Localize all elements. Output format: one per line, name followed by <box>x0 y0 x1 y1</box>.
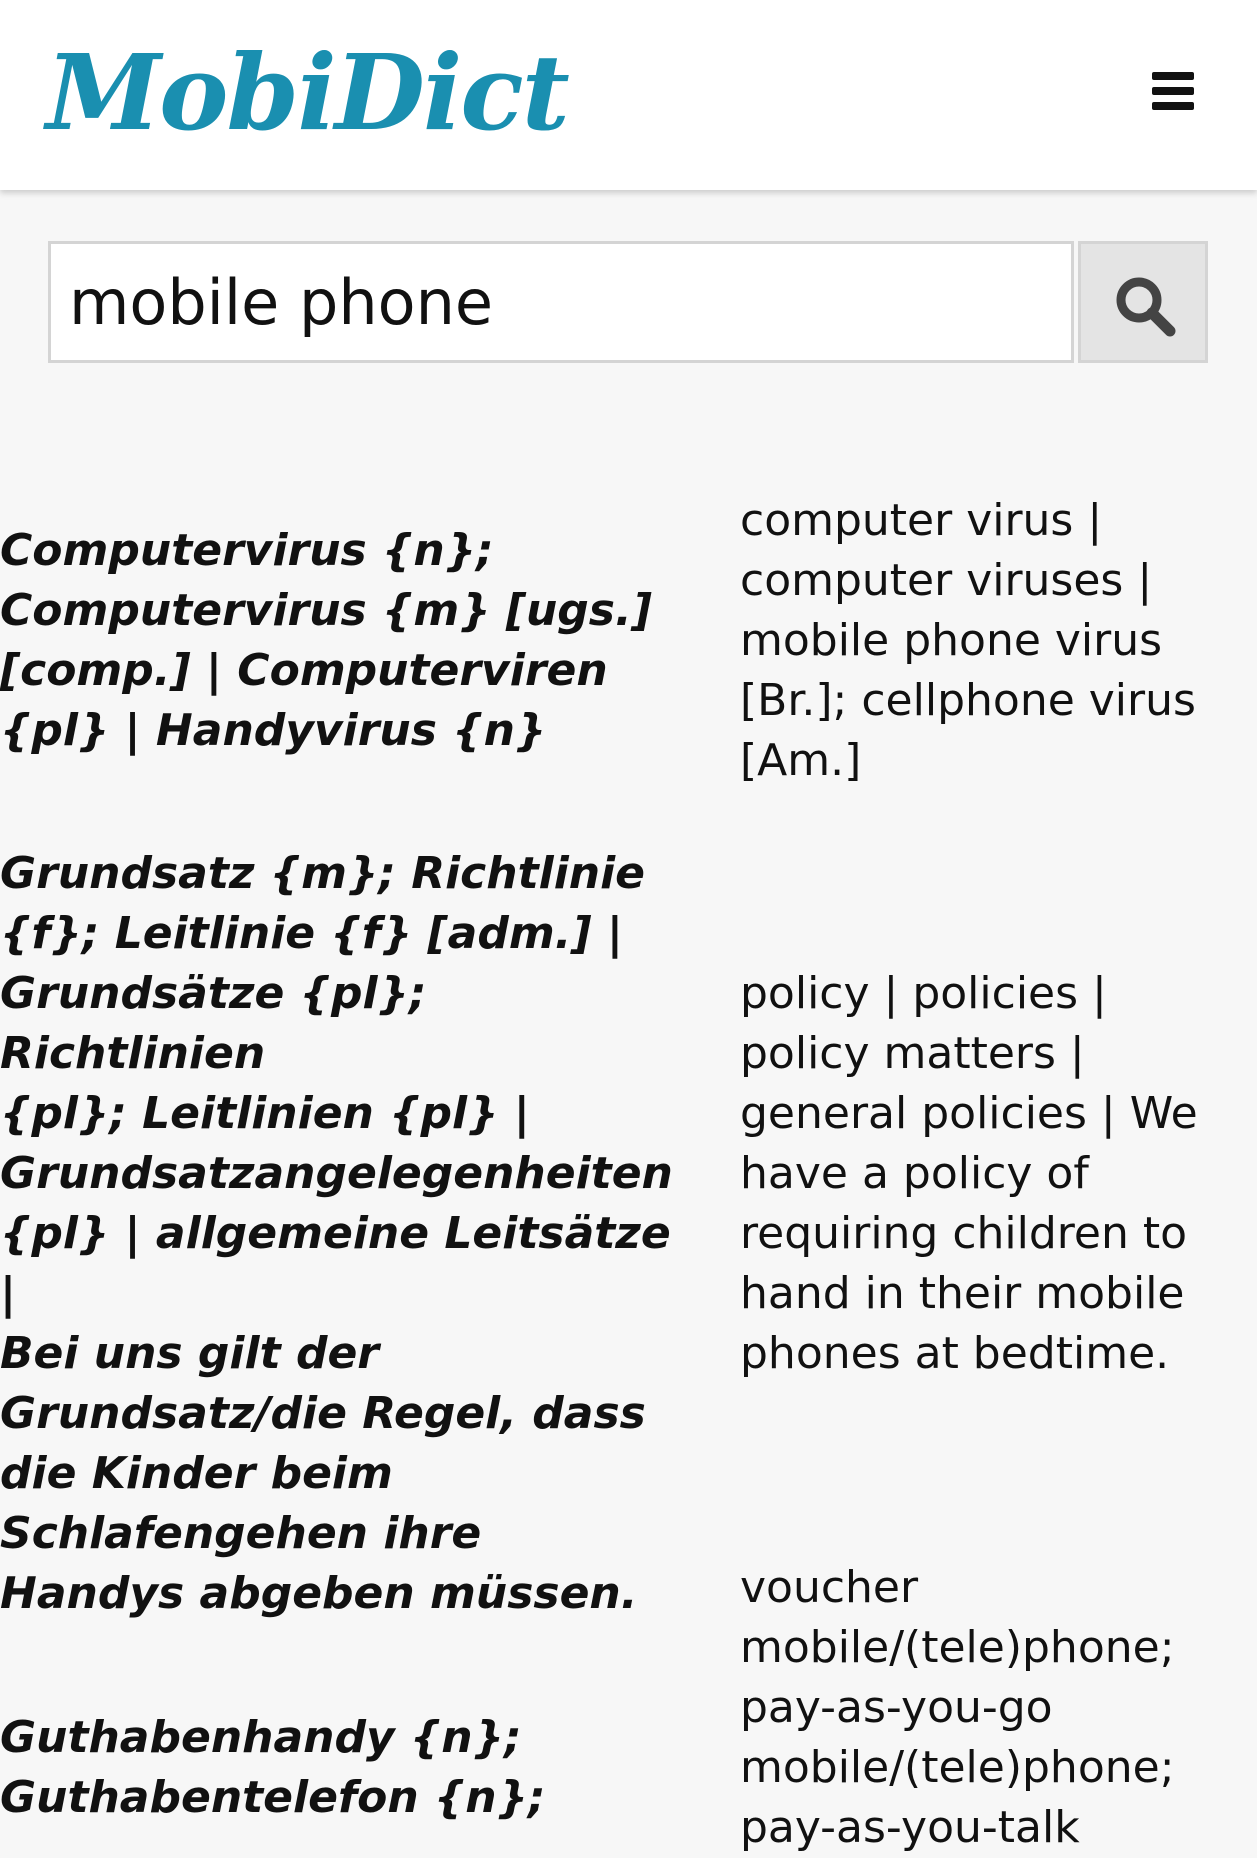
english-translation: computer virus | computer viruses | mobi… <box>740 495 1196 786</box>
app-header: MobiDict <box>0 0 1257 190</box>
search-icon <box>1116 277 1176 337</box>
german-term: Guthabenhandy {n}; Guthabentelefon {n}; <box>0 1712 546 1823</box>
search-button[interactable] <box>1078 241 1208 363</box>
search-input[interactable] <box>48 241 1074 363</box>
english-translation: policy | policies | policy matters | gen… <box>740 968 1198 1379</box>
hamburger-menu-icon[interactable] <box>1152 72 1198 110</box>
menu-bar <box>1152 102 1194 110</box>
english-translation: voucher mobile/(tele)phone; pay-as-you-g… <box>740 1562 1175 1853</box>
german-term: Grundsatz {m}; Richtlinie {f}; Leitlinie… <box>0 848 673 1619</box>
german-term: Computervirus {n}; Computervirus {m} [ug… <box>0 525 652 756</box>
search-bar <box>48 241 1208 363</box>
logo[interactable]: MobiDict <box>46 28 570 158</box>
menu-bar <box>1152 72 1194 80</box>
menu-bar <box>1152 87 1194 95</box>
